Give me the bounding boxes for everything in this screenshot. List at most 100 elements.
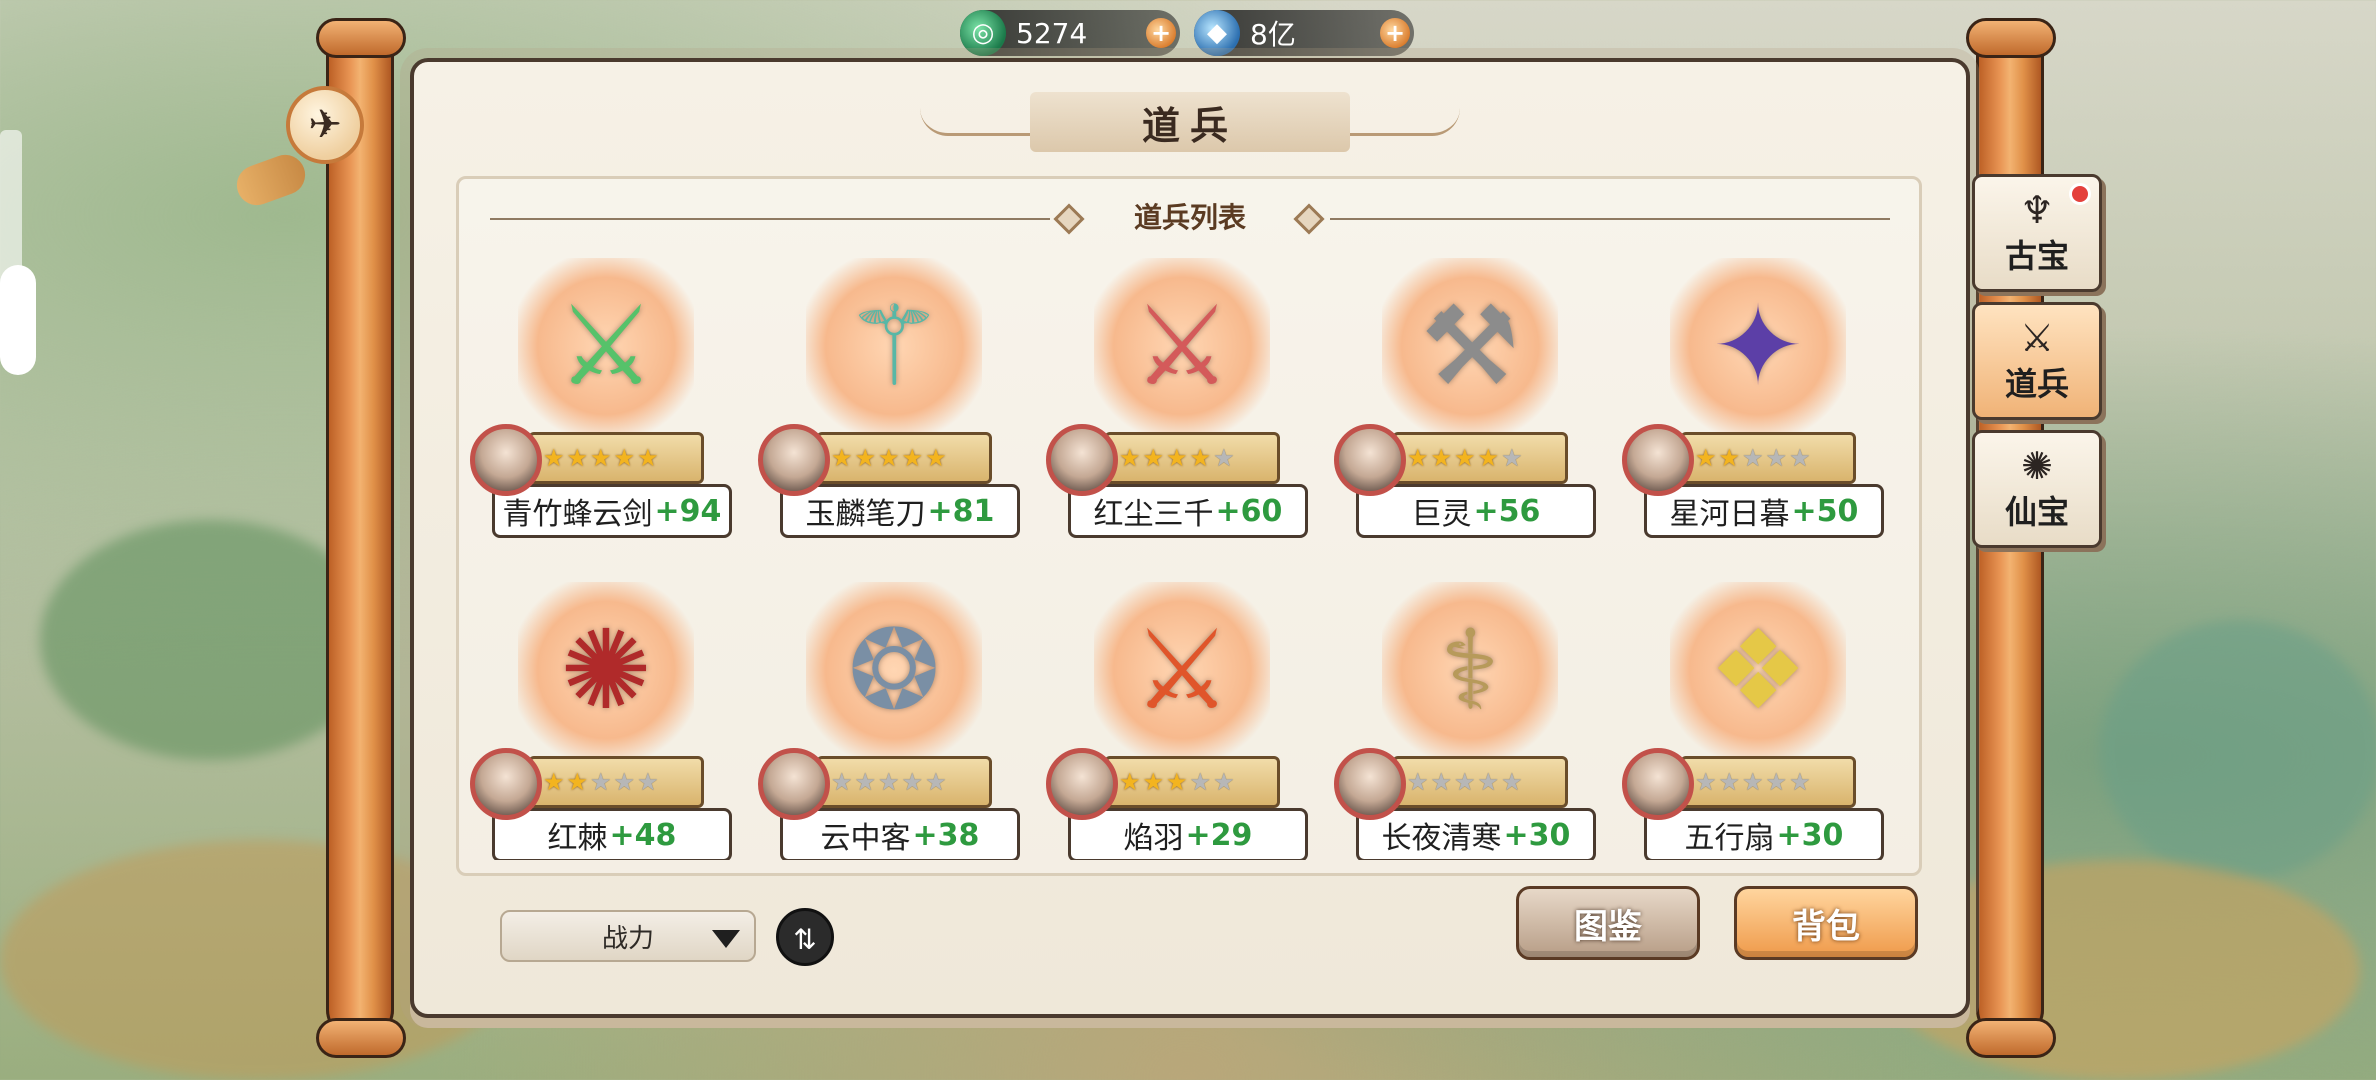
weapon-level: +81	[927, 493, 995, 529]
star-icon: ★	[1142, 444, 1165, 472]
weapon-name-plate: 玉麟笔刀 +81	[780, 484, 1020, 538]
title-plate: 道兵	[1030, 92, 1350, 152]
weapon-name-plate: 红尘三千 +60	[1068, 484, 1308, 538]
weapon-icon: ⚔	[1132, 606, 1232, 734]
star-icon: ★	[1765, 444, 1788, 472]
star-icon: ★	[878, 444, 900, 472]
title-flourish-right	[1350, 108, 1460, 136]
star-icon: ★	[1454, 444, 1476, 472]
star-icon: ★	[1213, 768, 1235, 796]
tab-immortal-treasure[interactable]: ✺ 仙宝	[1972, 430, 2102, 548]
weapon-icon: ⚔	[556, 282, 656, 410]
weapon-card[interactable]: ❂ ★ ★ ★ ★ ★ 云中客 +38	[758, 572, 1024, 860]
star-icon: ★	[1742, 444, 1764, 472]
add-jade-button[interactable]: +	[1146, 18, 1176, 48]
star-icon: ★	[1119, 768, 1141, 796]
notification-dot	[2069, 183, 2091, 205]
star-icon: ★	[925, 444, 947, 472]
weapon-icon: ⚔	[1132, 282, 1232, 410]
star-icon: ★	[1454, 768, 1476, 796]
weapon-name: 云中客	[820, 821, 911, 856]
weapon-card[interactable]: ❖ ★ ★ ★ ★ ★ 五行扇 +30	[1622, 572, 1888, 860]
weapon-image: ⚕	[1392, 592, 1548, 748]
star-icon: ★	[1119, 444, 1141, 472]
back-button[interactable]: ✈	[286, 86, 364, 164]
weapon-image: ✺	[528, 592, 684, 748]
star-rating: ★ ★ ★ ★ ★	[1392, 756, 1568, 808]
weapon-image: ⚔	[1104, 268, 1260, 424]
weapon-name-plate: 红棘 +48	[492, 808, 732, 860]
add-gem-button[interactable]: +	[1380, 18, 1410, 48]
star-icon: ★	[831, 768, 853, 796]
weapon-name: 青竹蜂云剑	[502, 497, 653, 532]
star-icon: ★	[1189, 444, 1212, 472]
star-icon: ★	[1430, 444, 1453, 472]
weapon-name-plate: 长夜清寒 +30	[1356, 808, 1596, 860]
star-icon: ★	[1407, 444, 1429, 472]
star-icon: ★	[1765, 768, 1788, 796]
star-icon: ★	[925, 768, 947, 796]
weapon-grid: ⚔ ★ ★ ★ ★ ★ 青竹蜂云剑 +94 ⚚ ★ ★ ★ ★ ★ 玉麟笔刀 +81 ⚔ ★ ★ ★ ★ ★ 红尘三千 +60…	[470, 240, 1910, 860]
avatar	[758, 424, 830, 496]
sort-dropdown[interactable]: 战力	[500, 910, 756, 962]
weapon-card[interactable]: ✺ ★ ★ ★ ★ ★ 红棘 +48	[470, 572, 736, 860]
currency-jade: ◎ 5274 +	[960, 10, 1180, 56]
weapon-icon: ✺	[559, 606, 653, 734]
star-icon: ★	[637, 444, 659, 472]
weapon-card[interactable]: ⚔ ★ ★ ★ ★ ★ 红尘三千 +60	[1046, 248, 1312, 548]
jade-coin-icon: ◎	[960, 10, 1006, 56]
star-icon: ★	[854, 768, 877, 796]
avatar	[1046, 424, 1118, 496]
weapon-name: 星河日暮	[1669, 497, 1790, 532]
star-icon: ★	[1213, 444, 1235, 472]
weapon-level: +60	[1215, 493, 1283, 529]
immortal-treasure-icon: ✺	[2021, 444, 2053, 488]
avatar	[758, 748, 830, 820]
star-icon: ★	[1501, 444, 1523, 472]
currency-gem-value: 8亿	[1250, 18, 1296, 51]
weapon-name: 焰羽	[1123, 821, 1184, 856]
weapon-icon: ✦	[1711, 282, 1805, 410]
star-icon: ★	[1430, 768, 1453, 796]
star-icon: ★	[637, 768, 659, 796]
weapon-card[interactable]: ⚕ ★ ★ ★ ★ ★ 长夜清寒 +30	[1334, 572, 1600, 860]
star-icon: ★	[901, 768, 924, 796]
star-icon: ★	[590, 444, 612, 472]
star-icon: ★	[1142, 768, 1165, 796]
star-icon: ★	[1501, 768, 1523, 796]
tab-weapons[interactable]: ⚔ 道兵	[1972, 302, 2102, 420]
section-divider-right	[1330, 218, 1890, 220]
weapon-card[interactable]: ⚔ ★ ★ ★ ★ ★ 青竹蜂云剑 +94	[470, 248, 736, 548]
bag-button-label: 背包	[1792, 906, 1860, 947]
star-icon: ★	[831, 444, 853, 472]
star-rating: ★ ★ ★ ★ ★	[528, 432, 704, 484]
sort-order-toggle[interactable]: ⇅	[776, 908, 834, 966]
title-flourish-left	[920, 108, 1030, 136]
star-icon: ★	[1477, 444, 1500, 472]
weapon-name-plate: 焰羽 +29	[1068, 808, 1308, 860]
weapon-name: 红棘	[547, 821, 608, 856]
codex-button[interactable]: 图鉴	[1516, 886, 1700, 960]
avatar	[1622, 424, 1694, 496]
weapon-card[interactable]: ⚒ ★ ★ ★ ★ ★ 巨灵 +56	[1334, 248, 1600, 548]
weapon-card[interactable]: ⚚ ★ ★ ★ ★ ★ 玉麟笔刀 +81	[758, 248, 1024, 548]
star-rating: ★ ★ ★ ★ ★	[1680, 432, 1856, 484]
tab-ancient-treasure[interactable]: ♆ 古宝	[1972, 174, 2102, 292]
weapon-level: +38	[912, 817, 980, 853]
star-icon: ★	[1718, 768, 1741, 796]
star-icon: ★	[1166, 768, 1188, 796]
star-icon: ★	[590, 768, 612, 796]
weapon-level: +94	[654, 493, 722, 529]
star-icon: ★	[613, 768, 636, 796]
weapon-card[interactable]: ✦ ★ ★ ★ ★ ★ 星河日暮 +50	[1622, 248, 1888, 548]
weapon-name-plate: 五行扇 +30	[1644, 808, 1884, 860]
weapon-image: ⚔	[1104, 592, 1260, 748]
star-icon: ★	[1695, 768, 1717, 796]
page-title: 道兵	[1141, 102, 1238, 148]
weapon-card[interactable]: ⚔ ★ ★ ★ ★ ★ 焰羽 +29	[1046, 572, 1312, 860]
bag-button[interactable]: 背包	[1734, 886, 1918, 960]
weapon-icon: ⚔	[2019, 316, 2055, 360]
weapon-level: +48	[609, 817, 677, 853]
avatar	[470, 748, 542, 820]
star-icon: ★	[543, 444, 565, 472]
